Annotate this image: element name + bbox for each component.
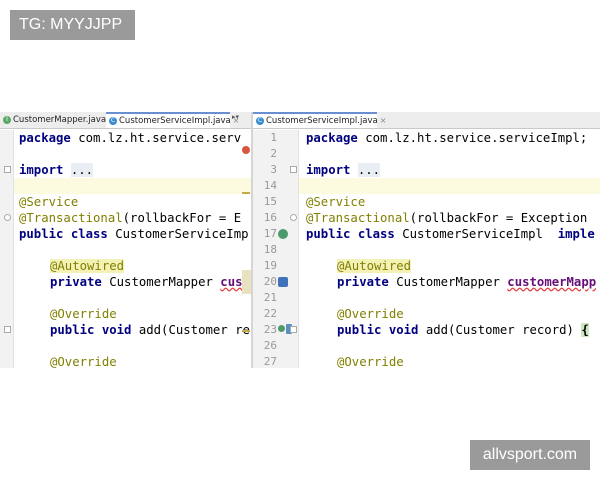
tab-label: CustomerServiceImpl.java (266, 116, 378, 126)
left-code-area[interactable]: package com.lz.ht.service.serv import ..… (14, 130, 251, 368)
keyword: public class (19, 227, 108, 241)
keyword: package (19, 131, 71, 145)
right-tab-bar: C CustomerServiceImpl.java × (253, 112, 600, 129)
line-number: 26 (263, 339, 277, 352)
keyword: import (306, 163, 351, 177)
tab-close-icon[interactable]: × (380, 116, 387, 125)
annotation: @Override (50, 307, 117, 321)
annotation: @Service (306, 195, 366, 209)
fold-icon[interactable] (4, 166, 11, 173)
line-number: 22 (263, 307, 277, 320)
line-number: 16 (263, 211, 277, 224)
keyword: public class (306, 227, 395, 241)
telegram-badge: TG: MYYJJPP (10, 10, 135, 40)
scroll-marker (242, 192, 250, 194)
annotation: @Autowired (50, 259, 125, 273)
folded-imports[interactable]: ... (357, 163, 381, 177)
current-line-highlight (299, 178, 600, 194)
class-icon: C (256, 116, 264, 125)
right-gutter: 1 2 3 14 15 16 17 18 19 20 21 22 23 26 2… (253, 130, 299, 368)
tab-customer-service-impl-right[interactable]: C CustomerServiceImpl.java × (253, 112, 386, 128)
line-number: 17 (263, 227, 277, 240)
field-name: customerMapp (507, 275, 597, 289)
fold-icon[interactable] (290, 166, 297, 173)
annotation: @Transactional (306, 211, 410, 225)
annotation: @Override (337, 355, 404, 368)
code-text: add(Customer record) (418, 323, 582, 337)
ide-editor: I CustomerMapper.java C CustomerServiceImp… (0, 112, 600, 368)
keyword: import (19, 163, 64, 177)
tab-list-icon[interactable]: ▸▾ (232, 113, 239, 121)
line-number: 21 (263, 291, 277, 304)
tab-label: CustomerServiceImpl.java (119, 116, 231, 126)
line-number: 23 (263, 323, 277, 336)
matched-brace: { (581, 323, 589, 337)
left-editor-pane[interactable]: package com.lz.ht.service.serv import ..… (0, 130, 251, 368)
fold-icon[interactable] (4, 214, 11, 221)
error-marker-icon[interactable] (242, 146, 250, 154)
line-number: 2 (270, 147, 277, 160)
line-number: 15 (263, 195, 277, 208)
code-text: add(Customer re (131, 323, 250, 337)
line-number: 20 (263, 275, 277, 288)
site-watermark: allvsport.com (470, 440, 590, 470)
right-code-area[interactable]: package com.lz.ht.service.serviceImpl; i… (299, 130, 600, 368)
fold-icon[interactable] (290, 326, 297, 333)
annotation: @Autowired (337, 259, 412, 273)
line-number: 27 (263, 355, 277, 368)
current-line-highlight (14, 178, 251, 194)
code-text: CustomerMapper (388, 275, 508, 289)
autowired-injection-icon[interactable] (278, 277, 288, 287)
spring-bean-icon[interactable] (278, 229, 288, 239)
folded-imports[interactable]: ... (70, 163, 94, 177)
line-number: 18 (263, 243, 277, 256)
override-marker-icon[interactable] (278, 325, 285, 332)
left-tab-bar: I CustomerMapper.java C CustomerServiceImp… (0, 112, 251, 129)
keyword: private (50, 275, 102, 289)
tab-label: CustomerMapper.java (13, 115, 107, 125)
keyword: public void (337, 323, 419, 337)
line-number: 19 (263, 259, 277, 272)
code-text: (rollbackFor = E (122, 211, 242, 225)
left-gutter (0, 130, 14, 368)
line-number: 1 (270, 131, 277, 144)
field-name: cus (220, 275, 243, 289)
fold-icon[interactable] (290, 214, 297, 221)
line-number: 3 (270, 163, 277, 176)
tab-customer-service-impl[interactable]: C CustomerServiceImpl.java × (106, 112, 239, 128)
annotation: @Service (19, 195, 79, 209)
keyword: package (306, 131, 358, 145)
code-text: CustomerMapper (101, 275, 221, 289)
line-number: 14 (263, 179, 277, 192)
code-text: CustomerServiceImpl (394, 227, 558, 241)
annotation: @Override (50, 355, 117, 368)
fold-icon[interactable] (4, 326, 11, 333)
keyword: imple (557, 227, 595, 241)
keyword: public void (50, 323, 132, 337)
annotation: @Override (337, 307, 404, 321)
scroll-marker (242, 270, 251, 294)
annotation: @Transactional (19, 211, 123, 225)
right-editor-pane[interactable]: 1 2 3 14 15 16 17 18 19 20 21 22 23 26 2… (253, 130, 600, 368)
class-icon: C (109, 116, 117, 125)
code-text: com.lz.ht.service.serv (70, 131, 242, 145)
interface-icon: I (3, 115, 11, 124)
code-text: com.lz.ht.service.serviceImpl; (357, 131, 588, 145)
code-text: (rollbackFor = Exception (409, 211, 588, 225)
code-text: CustomerServiceImp (107, 227, 249, 241)
tab-customer-mapper[interactable]: I CustomerMapper.java (0, 112, 107, 128)
keyword: private (337, 275, 389, 289)
scroll-marker (242, 330, 250, 332)
